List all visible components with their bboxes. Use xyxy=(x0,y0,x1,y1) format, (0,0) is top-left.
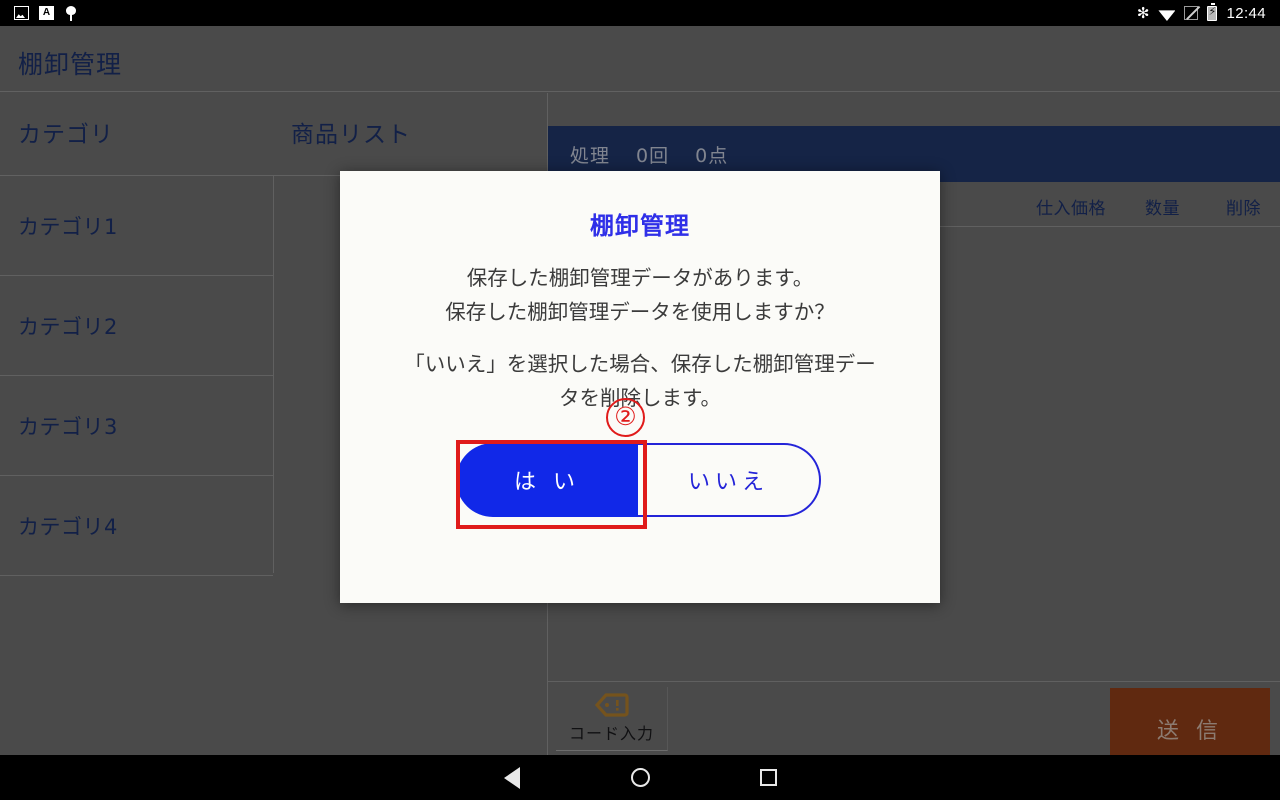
nav-back-button[interactable] xyxy=(482,755,542,800)
confirmation-dialog: 棚卸管理 保存した棚卸管理データがあります。 保存した棚卸管理データを使用します… xyxy=(340,171,940,603)
home-icon xyxy=(630,768,650,787)
nav-recents-button[interactable] xyxy=(738,755,798,800)
dialog-message-spacer xyxy=(340,329,940,347)
image-icon xyxy=(14,6,29,20)
yes-button[interactable]: は い xyxy=(456,443,638,517)
android-status-bar: A ✻ 12:44 xyxy=(0,0,1280,26)
dialog-message: 保存した棚卸管理データがあります。 保存した棚卸管理データを使用しますか？ 「い… xyxy=(340,261,940,415)
signal-off-icon xyxy=(1184,6,1199,20)
input-method-icon: A xyxy=(39,6,54,20)
status-bar-clock: 12:44 xyxy=(1226,4,1266,22)
battery-charging-icon xyxy=(1207,2,1218,21)
nav-home-button[interactable] xyxy=(610,755,670,800)
back-icon xyxy=(504,766,520,789)
android-navigation-bar xyxy=(0,755,1280,800)
bug-report-icon xyxy=(64,5,78,21)
dialog-message-line-3: 「いいえ」を選択した場合、保存した棚卸管理デー xyxy=(404,352,876,376)
dialog-title: 棚卸管理 xyxy=(590,212,690,240)
status-bar-right-icons: ✻ 12:44 xyxy=(1136,2,1272,22)
wifi-icon xyxy=(1158,7,1175,19)
recents-icon xyxy=(759,769,777,786)
status-bar-left-icons: A xyxy=(14,5,78,21)
dialog-message-line-1: 保存した棚卸管理データがあります。 xyxy=(466,266,814,290)
no-button[interactable]: いいえ xyxy=(638,443,821,517)
dialog-button-row: は い いいえ xyxy=(456,443,821,517)
dialog-message-line-2: 保存した棚卸管理データを使用しますか？ xyxy=(445,300,835,324)
annotation-step-badge: ② xyxy=(606,398,645,437)
bluetooth-icon: ✻ xyxy=(1136,3,1150,22)
